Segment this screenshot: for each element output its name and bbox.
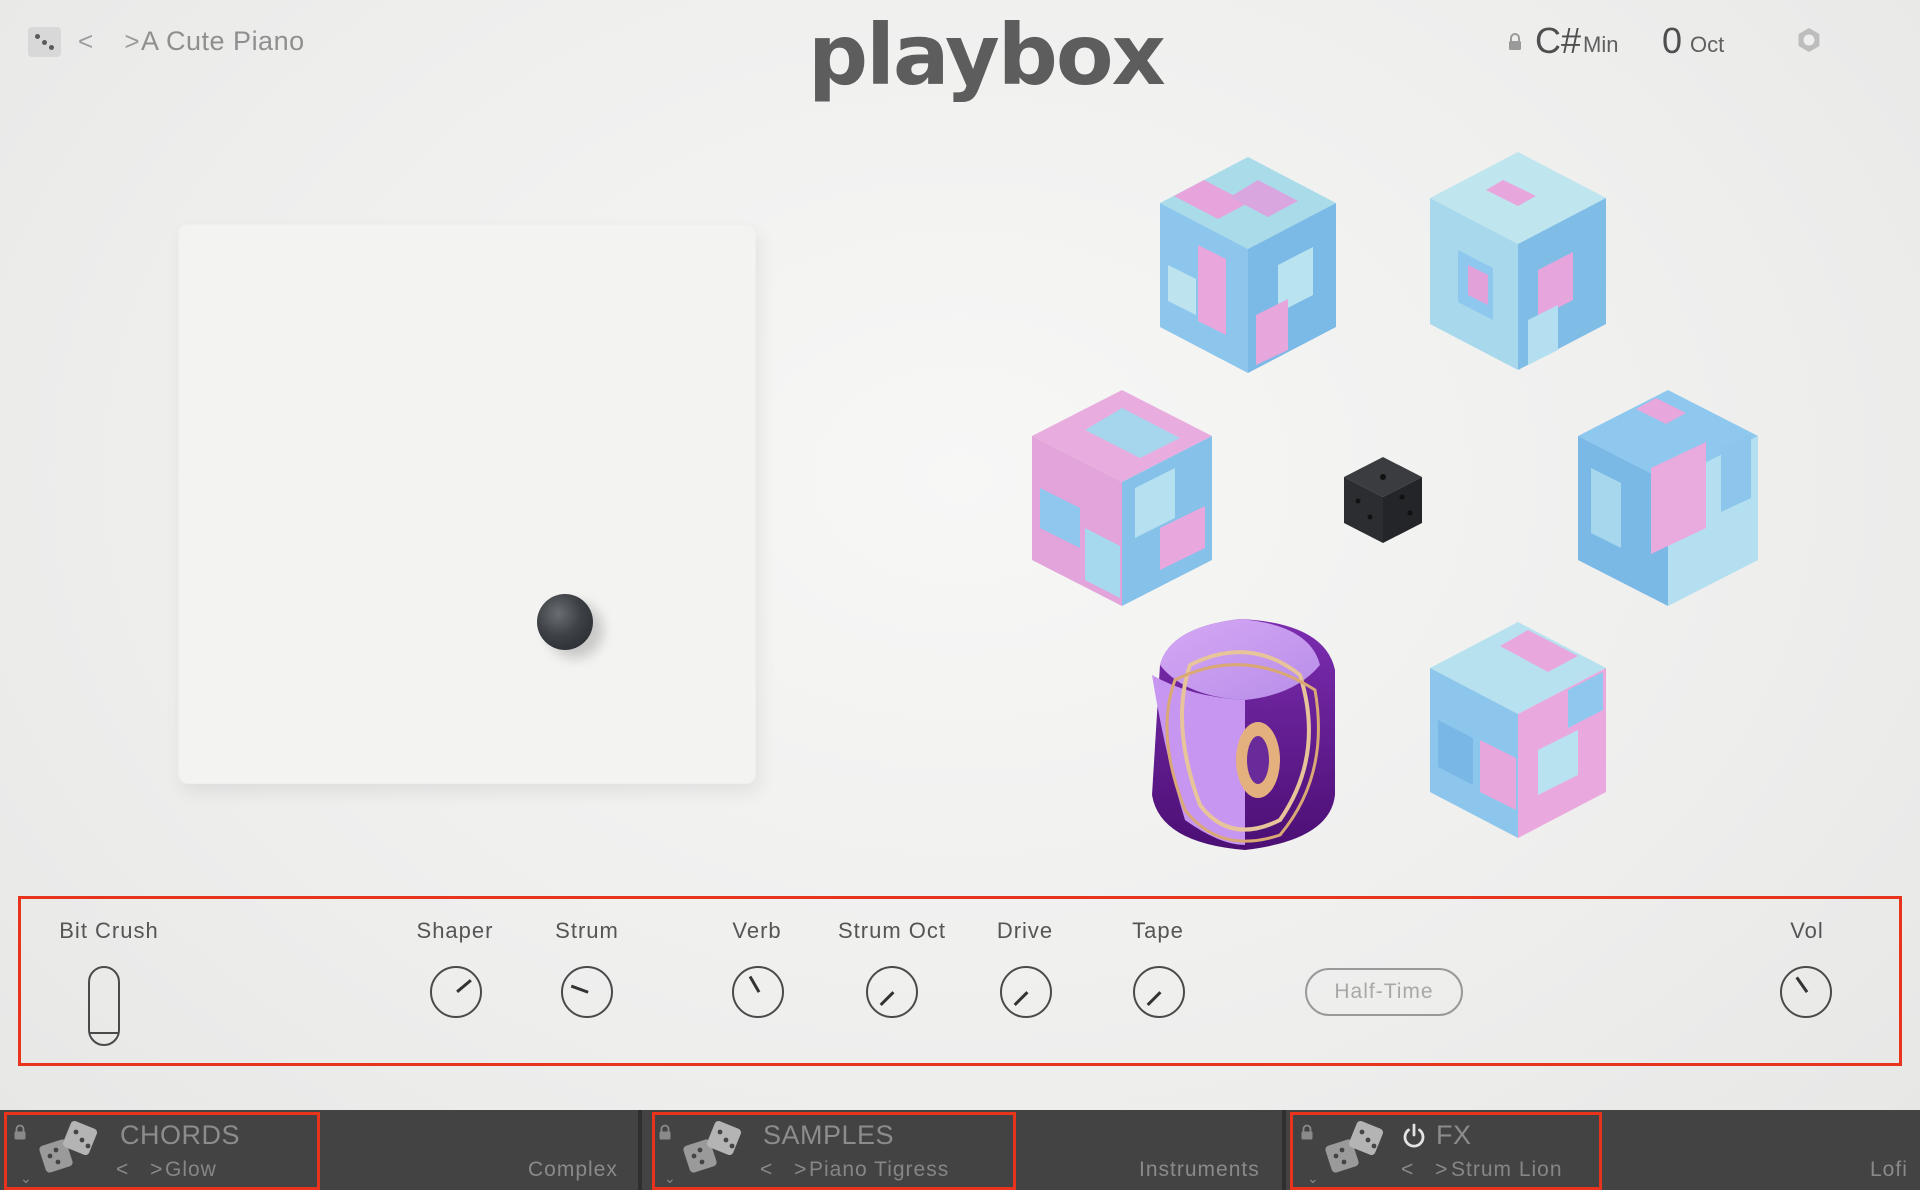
xy-pad[interactable] bbox=[178, 224, 756, 784]
bit-crush-slider[interactable] bbox=[88, 966, 120, 1046]
verb-label: Verb bbox=[732, 918, 782, 943]
strum-label: Strum bbox=[555, 918, 619, 943]
key-mode[interactable]: Min bbox=[1583, 32, 1618, 58]
preset-name[interactable]: A Cute Piano bbox=[141, 26, 305, 57]
cube-middle-left[interactable] bbox=[1010, 378, 1235, 618]
xy-pad-handle[interactable] bbox=[537, 594, 593, 650]
cube-active-purple[interactable] bbox=[1130, 605, 1360, 860]
lock-icon[interactable] bbox=[13, 1124, 27, 1141]
power-icon[interactable] bbox=[1400, 1122, 1428, 1150]
octave-value[interactable]: 0 bbox=[1662, 20, 1682, 62]
dice-icon bbox=[683, 1120, 742, 1173]
bit-crush-label: Bit Crush bbox=[59, 918, 159, 943]
vol-label: Vol bbox=[1790, 918, 1824, 943]
top-bar: < > A Cute Piano playbox C# Min 0 Oct bbox=[0, 0, 1920, 104]
tape-label: Tape bbox=[1132, 918, 1184, 943]
cube-bottom-right[interactable] bbox=[1408, 610, 1628, 855]
gear-icon[interactable] bbox=[1795, 26, 1823, 54]
fx-controls-panel bbox=[18, 896, 1902, 1066]
chords-title: CHORDS bbox=[120, 1120, 241, 1150]
tape-knob[interactable] bbox=[1133, 966, 1185, 1018]
dice-icon bbox=[1325, 1120, 1384, 1173]
strum-knob[interactable] bbox=[561, 966, 613, 1018]
cube-top-right[interactable] bbox=[1408, 140, 1628, 385]
octave-label: Oct bbox=[1690, 32, 1725, 57]
vol-knob[interactable] bbox=[1780, 966, 1832, 1018]
strum-oct-label: Strum Oct bbox=[837, 918, 947, 943]
samples-value: Piano Tigress bbox=[809, 1158, 950, 1181]
strum-oct-knob[interactable] bbox=[866, 966, 918, 1018]
fx-nav-arrows[interactable]: < > bbox=[1401, 1158, 1455, 1182]
dice-menu-icon[interactable] bbox=[28, 27, 61, 57]
app-logo: playbox bbox=[808, 6, 1166, 104]
chevron-down-icon[interactable]: ⌄ bbox=[20, 1170, 32, 1187]
lock-icon[interactable] bbox=[1507, 32, 1523, 52]
chords-category[interactable]: Complex bbox=[528, 1158, 618, 1182]
verb-knob[interactable] bbox=[732, 966, 784, 1018]
fx-category[interactable]: Lofi bbox=[1870, 1158, 1908, 1182]
chords-value: Glow bbox=[165, 1158, 217, 1181]
samples-title: SAMPLES bbox=[763, 1120, 895, 1150]
samples-category[interactable]: Instruments bbox=[1139, 1158, 1260, 1182]
lock-icon[interactable] bbox=[658, 1124, 672, 1141]
shaper-knob[interactable] bbox=[430, 966, 482, 1018]
cube-middle-right[interactable] bbox=[1556, 378, 1781, 618]
fx-title: FX bbox=[1436, 1120, 1472, 1150]
chevron-down-icon[interactable]: ⌄ bbox=[664, 1170, 676, 1187]
dice-icon bbox=[39, 1120, 98, 1173]
half-time-button[interactable]: Half-Time bbox=[1305, 968, 1463, 1016]
fx-value: Strum Lion bbox=[1451, 1158, 1563, 1181]
cube-top-left[interactable] bbox=[1138, 145, 1358, 385]
key-value[interactable]: C# bbox=[1535, 20, 1581, 62]
drive-knob[interactable] bbox=[1000, 966, 1052, 1018]
drive-label: Drive bbox=[996, 918, 1054, 943]
chevron-down-icon[interactable]: ⌄ bbox=[1307, 1170, 1319, 1187]
samples-nav-arrows[interactable]: < > bbox=[760, 1158, 814, 1182]
chords-nav-arrows[interactable]: < > bbox=[116, 1158, 170, 1182]
shaper-label: Shaper bbox=[416, 918, 494, 943]
dice-icon[interactable] bbox=[1340, 455, 1426, 545]
lock-icon[interactable] bbox=[1300, 1124, 1314, 1141]
